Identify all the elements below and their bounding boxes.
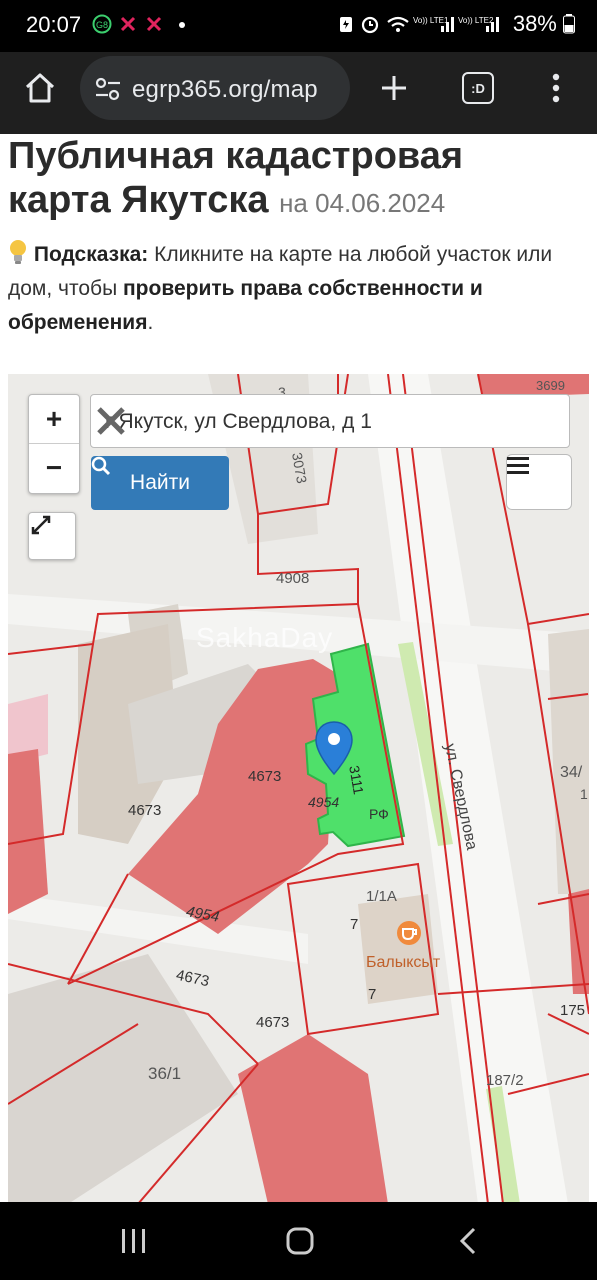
svg-text:G8: G8 — [96, 20, 108, 30]
missed-call-icon — [146, 16, 162, 32]
zoom-out-button[interactable]: − — [29, 444, 79, 492]
signal-lte1-icon: Vo)) LTE1 — [413, 16, 454, 32]
home-button[interactable] — [14, 62, 66, 114]
svg-text:Vo)) LTE1: Vo)) LTE1 — [413, 16, 449, 25]
cafe-label[interactable]: Балыксыт — [366, 954, 440, 972]
new-tab-button[interactable] — [368, 62, 420, 114]
cafe-icon[interactable] — [396, 920, 422, 946]
alarm-icon — [361, 16, 379, 34]
parcel-label[interactable]: 4673 — [128, 802, 161, 819]
web-page: Публичная кадастровая карта Якутска на 0… — [0, 134, 597, 1202]
parcel-label[interactable]: 4954 — [308, 794, 339, 810]
cadastral-map[interactable]: SakhaDay 4908 3073 4673 4673 4954 3111 Р… — [8, 374, 589, 1202]
browser-menu-button[interactable] — [530, 62, 582, 114]
recent-apps-button[interactable] — [104, 1220, 164, 1262]
battery-percent: 38% — [512, 11, 557, 36]
url-text: egrp365.org/map — [132, 76, 318, 103]
signal-lte2-icon: Vo)) LTE2 — [458, 16, 499, 32]
tab-switcher-button[interactable]: :D — [452, 62, 504, 114]
find-button[interactable]: Найти — [91, 456, 229, 510]
address-search-box — [90, 394, 570, 448]
site-settings-icon[interactable] — [94, 76, 122, 102]
lightbulb-icon — [10, 240, 26, 264]
map-menu-button[interactable] — [506, 454, 572, 510]
address-bar[interactable]: egrp365.org/map — [80, 56, 350, 120]
back-icon — [459, 1227, 476, 1255]
battery-icon — [563, 14, 575, 34]
parcel-label[interactable]: 7 — [350, 916, 358, 933]
hint-end: . — [147, 311, 154, 334]
system-nav-bar — [0, 1202, 597, 1280]
missed-call-icon — [120, 16, 136, 32]
parcel-label[interactable]: 4673 — [248, 768, 281, 785]
location-marker-icon[interactable] — [314, 720, 354, 776]
status-time: 20:07 — [26, 12, 82, 37]
parcel-label[interactable]: 187/2 — [486, 1072, 524, 1089]
recents-icon — [122, 1229, 145, 1253]
address-search-input[interactable] — [103, 405, 517, 439]
more-vert-icon — [552, 73, 560, 103]
parcel-label[interactable]: РФ — [369, 806, 389, 822]
parcel-label[interactable]: 4908 — [276, 570, 309, 587]
status-bar: 20:07 G8 Vo)) LTE1 Vo)) LTE2 38% — [0, 0, 597, 52]
parcel-label[interactable]: 175 — [560, 1002, 585, 1019]
battery-saver-icon — [340, 17, 352, 32]
wifi-icon — [387, 16, 409, 32]
hint-paragraph: Подсказка: Кликните на карте на любой уч… — [8, 238, 588, 340]
battery-level: 38% — [513, 11, 575, 37]
parcel-label[interactable]: 36/1 — [148, 1064, 181, 1084]
map-watermark: SakhaDay — [196, 622, 334, 653]
tab-count: :D — [462, 72, 494, 104]
title-line-2: карта Якутска — [8, 179, 269, 221]
zoom-in-button[interactable]: + — [29, 395, 79, 443]
home-circle-icon — [286, 1227, 314, 1255]
expand-icon — [31, 515, 51, 535]
home-icon — [25, 73, 55, 103]
parcel-label[interactable]: 34/ — [560, 764, 582, 782]
back-button[interactable] — [438, 1220, 498, 1262]
parcel-label[interactable]: 1/1А — [366, 888, 397, 905]
home-nav-button[interactable] — [270, 1220, 330, 1262]
parcel-label[interactable]: 1 — [580, 786, 588, 802]
parcel-label[interactable]: 3699 — [536, 378, 565, 393]
clear-search-icon[interactable] — [91, 401, 131, 441]
browser-toolbar: egrp365.org/map :D — [0, 52, 597, 134]
svg-text:Vo)) LTE2: Vo)) LTE2 — [458, 16, 494, 25]
title-line-1: Публичная кадастровая — [8, 135, 464, 177]
parcel-label[interactable]: 7 — [368, 986, 376, 1003]
messenger-icon: G8 — [92, 14, 112, 34]
page-title: Публичная кадастровая карта Якутска на 0… — [8, 134, 593, 225]
fullscreen-button[interactable] — [28, 512, 76, 560]
title-date: на 04.06.2024 — [279, 188, 446, 218]
search-icon — [91, 456, 111, 476]
parcel-label[interactable]: 4673 — [256, 1014, 289, 1031]
plus-icon — [382, 76, 406, 100]
hint-label: Подсказка: — [33, 243, 149, 266]
hamburger-icon — [507, 457, 529, 474]
find-button-label: Найти — [130, 471, 190, 494]
dot-icon — [179, 22, 185, 28]
zoom-control: + − — [28, 394, 80, 494]
